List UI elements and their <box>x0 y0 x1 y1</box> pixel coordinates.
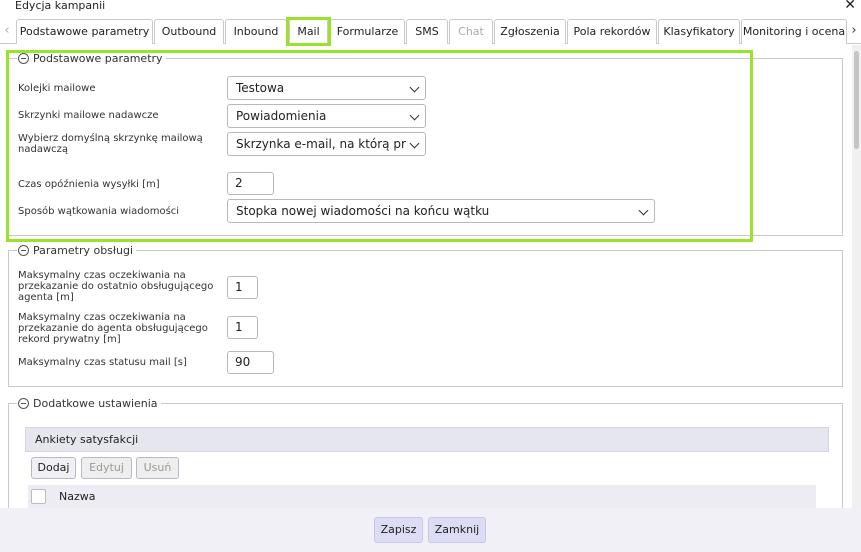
mail-tab-highlight <box>286 17 331 46</box>
chevron-down-icon <box>409 138 420 149</box>
tab-monitoring-i-ocena[interactable]: Monitoring i ocena <box>741 19 847 44</box>
column-header-name[interactable]: Nazwa <box>59 490 95 503</box>
surveys-panel-header: Ankiety satysfakcji <box>25 427 829 452</box>
tab-scroll-left-icon[interactable]: ‹ <box>2 21 12 41</box>
tab-chat: Chat <box>449 19 493 44</box>
last-agent-label-line-3: agenta [m] <box>18 292 74 303</box>
close-button[interactable]: Zamknij <box>428 517 486 543</box>
queues-label: Kolejki mailowe <box>18 83 96 94</box>
senders-label: Skrzynki mailowe nadawcze <box>18 110 159 121</box>
tab-pola-rekordow[interactable]: Pola rekordów <box>567 19 657 44</box>
queues-select[interactable]: Testowa <box>227 76 426 100</box>
dialog-footer: Zapisz Zamknij <box>0 508 861 552</box>
threading-select[interactable]: Stopka nowej wiadomości na końcu wątku <box>227 199 655 223</box>
senders-select[interactable]: Powiadomienia <box>227 104 426 128</box>
tab-klasyfikatory[interactable]: Klasyfikatory <box>658 19 740 44</box>
delay-label: Czas opóźnienia wysyłki [m] <box>18 179 160 190</box>
collapse-icon[interactable] <box>18 397 29 409</box>
last-agent-label-line-1: Maksymalny czas oczekiwania na <box>18 270 186 281</box>
chevron-down-icon <box>409 110 420 121</box>
tab-formularze[interactable]: Formularze <box>330 19 405 44</box>
status-time-label: Maksymalny czas statusu mail [s] <box>18 357 187 368</box>
scrollbar-thumb[interactable] <box>854 51 859 149</box>
additional-settings-legend[interactable]: Dodatkowe ustawienia <box>17 396 161 410</box>
tab-scroll-right-icon[interactable]: › <box>849 21 859 41</box>
last-agent-input[interactable]: 1 <box>227 276 258 299</box>
private-agent-label-line-2: przekazanie do agenta obsługującego <box>18 323 208 334</box>
status-time-input[interactable]: 90 <box>227 351 274 374</box>
tab-inbound[interactable]: Inbound <box>225 19 287 44</box>
window-titlebar: Edycja kampanii ✕ <box>0 0 861 16</box>
private-agent-label-line-3: rekord prywatny [m] <box>18 334 121 345</box>
threading-label: Sposób wątkowania wiadomości <box>18 206 180 217</box>
handling-parameters-legend[interactable]: Parametry obsługi <box>17 243 137 257</box>
chevron-down-icon <box>409 82 420 93</box>
edit-survey-button[interactable]: Edytuj <box>81 457 132 479</box>
add-survey-button[interactable]: Dodaj <box>31 457 76 479</box>
tab-bar: ‹ Podstawowe parametry Outbound Inbound … <box>0 16 861 44</box>
save-button[interactable]: Zapisz <box>374 517 423 543</box>
basic-parameters-legend[interactable]: Podstawowe parametry <box>17 51 166 65</box>
collapse-icon[interactable] <box>18 244 29 256</box>
tab-podstawowe-parametry[interactable]: Podstawowe parametry <box>16 19 153 44</box>
last-agent-label-line-2: przekazanie do ostatnio obsługującego <box>18 281 214 292</box>
default-sender-label-line-2: nadawczą <box>18 144 68 155</box>
tab-zgloszenia[interactable]: Zgłoszenia <box>494 19 566 44</box>
content-scrollbar[interactable] <box>852 45 861 508</box>
default-sender-select[interactable]: Skrzynka e-mail, na którą pr <box>227 132 426 156</box>
private-agent-input[interactable]: 1 <box>227 316 258 339</box>
tab-outbound[interactable]: Outbound <box>154 19 224 44</box>
delete-survey-button[interactable]: Usuń <box>136 457 179 479</box>
delay-input[interactable]: 2 <box>227 172 274 195</box>
collapse-icon[interactable] <box>18 52 29 64</box>
default-sender-label-line-1: Wybierz domyślną skrzynkę mailową <box>18 133 203 144</box>
close-icon[interactable]: ✕ <box>844 0 856 13</box>
private-agent-label-line-1: Maksymalny czas oczekiwania na <box>18 312 186 323</box>
window-title: Edycja kampanii <box>15 0 106 12</box>
chevron-down-icon <box>638 205 649 216</box>
tab-sms[interactable]: SMS <box>406 19 448 44</box>
surveys-grid-header: Nazwa <box>28 485 816 508</box>
select-all-checkbox[interactable] <box>31 489 46 504</box>
